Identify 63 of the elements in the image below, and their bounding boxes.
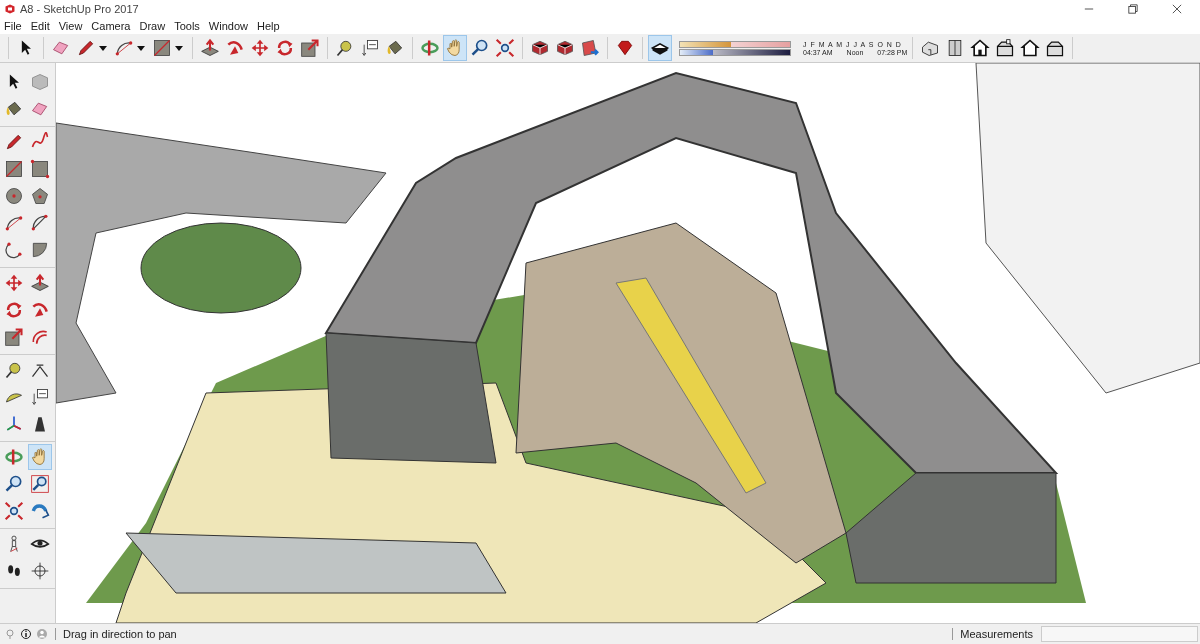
rectangle-icon (152, 38, 172, 58)
tool-button[interactable] (648, 35, 672, 61)
text-label-icon (30, 387, 50, 407)
component-cube-icon (30, 72, 50, 92)
pencil-icon (76, 38, 96, 58)
rectangle-icon (30, 159, 50, 179)
gem-icon (615, 38, 635, 58)
curved-arrow-icon (30, 501, 50, 521)
window-title: A8 - SketchUp Pro 2017 (20, 3, 139, 15)
time-slider[interactable] (679, 48, 791, 56)
move-arrows-icon (4, 273, 24, 293)
house-icon (1020, 38, 1041, 58)
menu-item[interactable]: Draw (139, 20, 166, 32)
rectangle-icon (4, 159, 24, 179)
slab-arrow-icon (200, 38, 220, 58)
status-message: Drag in direction to pan (63, 628, 177, 640)
orbit-icon (4, 447, 24, 467)
menu-item[interactable]: Camera (91, 20, 131, 32)
rotate-arrows-icon (275, 38, 295, 58)
search-icon (470, 38, 490, 58)
text-label-icon (360, 38, 380, 58)
menu-item[interactable]: Tools (174, 20, 200, 32)
search-icon (4, 474, 24, 494)
caret-icon[interactable] (99, 44, 107, 52)
menu-item[interactable]: Help (256, 20, 280, 32)
menu-item[interactable]: View (58, 20, 83, 32)
polygon-icon (30, 186, 50, 206)
date-slider[interactable] (679, 40, 791, 48)
zoom-extents-icon (495, 38, 515, 58)
arc-icon (4, 213, 24, 233)
pie-icon (30, 240, 50, 260)
box-stack-icon (555, 38, 575, 58)
menu-item[interactable]: Window (208, 20, 248, 32)
orbit-icon (420, 38, 440, 58)
measurements-field[interactable] (1041, 626, 1198, 642)
follow-arrow-icon (30, 300, 50, 320)
zoom-extents-icon (4, 501, 24, 521)
menu-item[interactable]: Edit (30, 20, 50, 32)
rotate-arrows-icon (4, 300, 24, 320)
arc-icon (30, 213, 50, 233)
measurements-label: Measurements (960, 628, 1033, 640)
arc-icon (4, 240, 24, 260)
share-box-icon (580, 38, 600, 58)
scale-icon (4, 327, 24, 347)
follow-arrow-icon (225, 38, 245, 58)
circle-icon (4, 186, 24, 206)
section-plane-icon (30, 561, 50, 581)
caret-icon[interactable] (137, 44, 145, 52)
zoom-window-icon (30, 474, 50, 494)
pencil-icon (4, 132, 24, 152)
box-stack-icon (530, 38, 550, 58)
house-icon (970, 38, 991, 58)
menu-item[interactable]: File (4, 20, 22, 32)
info-icon[interactable] (20, 628, 32, 640)
maximize-icon[interactable] (1128, 4, 1138, 14)
app-logo-icon (4, 3, 16, 15)
move-arrows-icon (250, 38, 270, 58)
close-icon[interactable] (1172, 4, 1182, 14)
scale-icon (300, 38, 320, 58)
arc-icon (114, 38, 134, 58)
house-icon (995, 38, 1016, 58)
caret-icon[interactable] (175, 44, 183, 52)
slab-arrow-icon (30, 273, 50, 293)
